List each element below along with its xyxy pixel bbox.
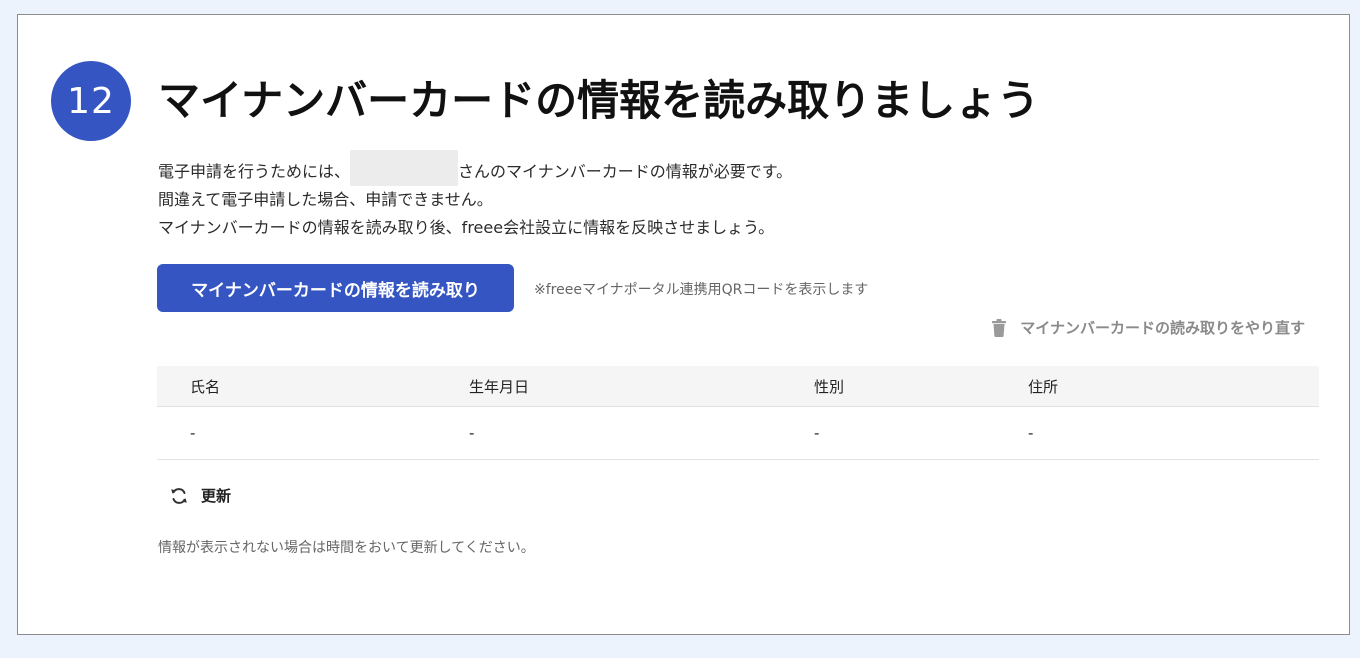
mynumber-info-table: 氏名 生年月日 性別 住所 - - - - [157,366,1319,460]
step-card: 12 マイナンバーカードの情報を読み取りましょう 電子申請を行うためには、 さんの… [17,14,1350,635]
footer-note: 情報が表示されない場合は時間をおいて更新してください。 [158,540,535,556]
read-mynumber-card-button[interactable]: マイナンバーカードの情報を読み取り [157,264,514,312]
description-line-1: 電子申請を行うためには、 さんのマイナンバーカードの情報が必要です。 [158,149,793,186]
column-header-gender: 性別 [814,377,845,396]
column-header-address: 住所 [1028,377,1059,396]
description-line-1-after: さんのマイナンバーカードの情報が必要です。 [458,162,793,181]
trash-icon [992,318,1007,337]
column-header-birthdate: 生年月日 [469,377,530,396]
refresh-label: 更新 [201,487,232,505]
step-number-badge: 12 [51,61,131,141]
description-line-2: 間違えて電子申請した場合、申請できません。 [158,190,493,209]
cell-address: - [1028,424,1034,442]
cell-gender: - [814,424,820,442]
table-row: - - - - [157,407,1319,460]
description-line-3: マイナンバーカードの情報を読み取り後、freee会社設立に情報を反映させましょう… [158,218,775,237]
column-header-name: 氏名 [190,377,221,396]
qr-code-note: ※freeeマイナポータル連携用QRコードを表示します [534,282,869,298]
cell-name: - [190,424,196,442]
step-number: 12 [67,80,115,122]
redo-reading-button[interactable]: マイナンバーカードの読み取りをやり直す [992,317,1305,338]
page-title: マイナンバーカードの情報を読み取りましょう [158,76,1040,125]
description-line-1-before: 電子申請を行うためには、 [158,162,351,181]
redacted-representative-name [350,149,459,186]
table-header: 氏名 生年月日 性別 住所 [157,366,1319,407]
refresh-icon [169,486,189,506]
redo-reading-label: マイナンバーカードの読み取りをやり直す [1020,319,1305,337]
refresh-button[interactable]: 更新 [169,485,231,506]
cell-birthdate: - [469,424,475,442]
description: 電子申請を行うためには、 さんのマイナンバーカードの情報が必要です。 間違えて電子… [158,149,793,242]
